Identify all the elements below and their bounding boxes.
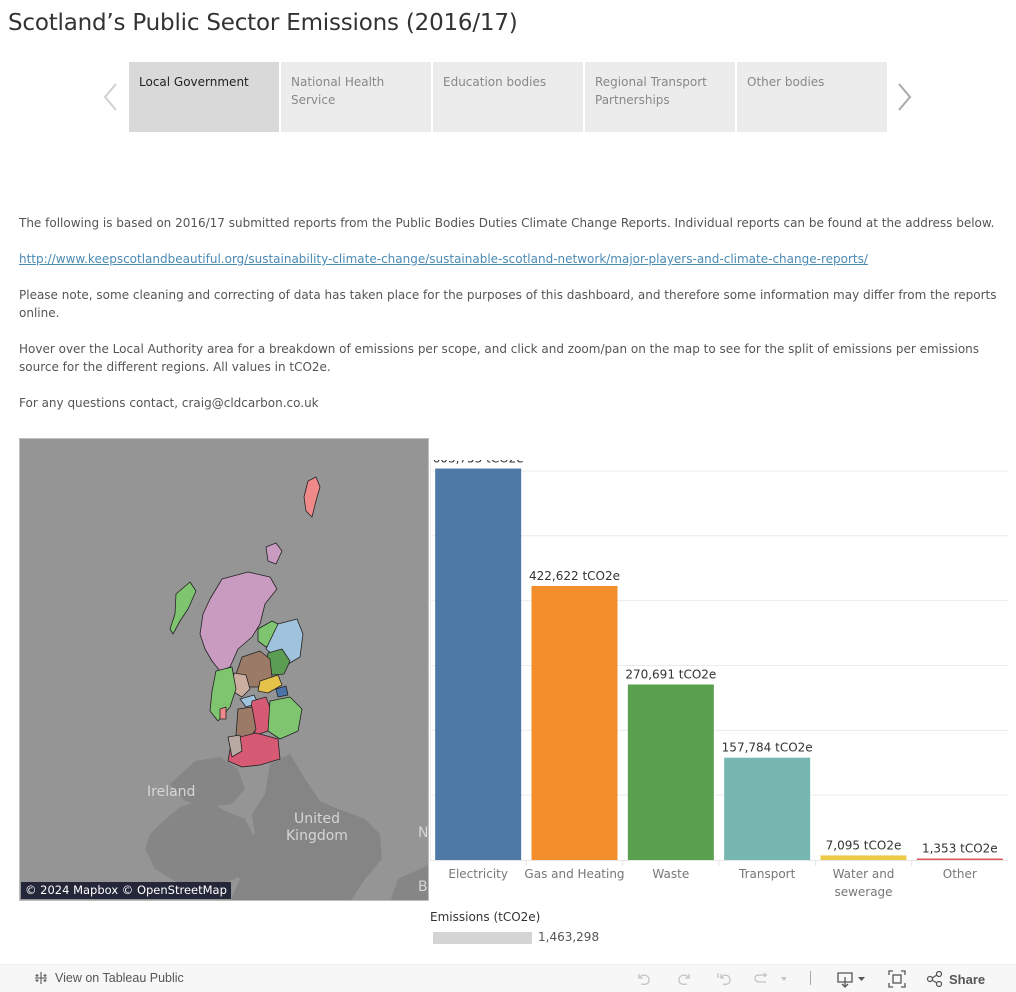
bar-electricity[interactable] [435, 468, 522, 860]
tab-regional-transport-partnerships[interactable]: Regional Transport Partnerships [585, 62, 735, 132]
legend-value: 1,463,298 [538, 930, 600, 944]
tableau-toolbar: View on Tableau Public Share [0, 964, 1016, 992]
toolbar-separator [810, 971, 811, 985]
emissions-bar-chart: 603,753 tCO2e Electricity 422,622 tCO2e Gas… [430, 460, 1016, 910]
bar-other[interactable] [916, 858, 1003, 861]
region-western-isles [169, 581, 197, 635]
view-on-tableau-public-label: View on Tableau Public [55, 971, 184, 985]
region-arran [219, 706, 227, 720]
bar-water-and-sewerage[interactable] [820, 855, 907, 860]
page-title: Scotland’s Public Sector Emissions (2016… [8, 10, 518, 36]
map-label-united-kingdom: United Kingdom [286, 811, 348, 845]
map-label-partial-n: N [418, 825, 429, 841]
category-label: Gas and Heating [524, 867, 624, 881]
map-attribution[interactable]: © 2024 Mapbox © OpenStreetMap [21, 882, 231, 899]
bar-waste[interactable] [627, 684, 714, 860]
legend-swatch [433, 932, 532, 944]
hover-instructions-text: Hover over the Local Authority area for … [19, 342, 980, 374]
scotland-regions [169, 476, 321, 768]
contact-text: For any questions contact, craig@cldcarb… [19, 396, 319, 410]
category-label: Electricity [448, 867, 508, 881]
bar-value-label: 422,622 tCO2e [529, 569, 620, 583]
view-on-tableau-public-link[interactable]: View on Tableau Public [33, 970, 184, 986]
bar-value-label: 603,753 tCO2e [433, 460, 524, 466]
chevron-right-icon[interactable] [893, 82, 915, 112]
emissions-map[interactable]: Ireland United Kingdom N B © 2024 Mapbox… [19, 438, 429, 901]
description-text: The following is based on 2016/17 submit… [19, 214, 1004, 430]
legend-title: Emissions (tCO2e) [430, 910, 541, 924]
intro-text: The following is based on 2016/17 submit… [19, 216, 995, 230]
region-shetland [303, 476, 321, 518]
map-label-ireland: Ireland [147, 784, 196, 800]
bar-value-label: 1,353 tCO2e [922, 842, 998, 856]
tab-education-bodies[interactable]: Education bodies [433, 62, 583, 132]
tab-national-health-service[interactable]: National Health Service [281, 62, 431, 132]
download-icon[interactable] [836, 970, 868, 988]
tab-other-bodies[interactable]: Other bodies [737, 62, 887, 132]
category-label: Waste [652, 867, 689, 881]
category-label: Other [943, 867, 977, 881]
category-label: sewerage [834, 885, 892, 899]
map-label-uk-line1: United [293, 811, 340, 827]
share-icon [926, 971, 943, 987]
region-orkney [265, 542, 283, 565]
category-label: Transport [738, 867, 796, 881]
bar-value-label: 157,784 tCO2e [722, 741, 813, 755]
tab-local-government[interactable]: Local Government [129, 62, 279, 132]
share-label: Share [949, 971, 986, 987]
bar-value-label: 7,095 tCO2e [826, 838, 902, 852]
bar-gas-and-heating[interactable] [531, 585, 618, 860]
bar-value-label: 270,691 tCO2e [625, 667, 716, 681]
data-note-text: Please note, some cleaning and correctin… [19, 288, 997, 320]
map-label-uk-line2: Kingdom [286, 828, 348, 844]
undo-icon[interactable] [635, 970, 653, 988]
category-label: Water and [833, 867, 895, 881]
tab-navigation: Local Government National Health Service… [100, 62, 920, 132]
redo-icon[interactable] [675, 970, 693, 988]
chevron-left-icon[interactable] [100, 82, 122, 112]
reports-link[interactable]: http://www.keepscotlandbeautiful.org/sus… [19, 252, 868, 266]
map-label-partial-b: B [418, 879, 428, 895]
revert-icon[interactable] [715, 970, 733, 988]
refresh-icon[interactable] [752, 970, 786, 988]
bar-transport[interactable] [724, 757, 811, 860]
region-borders [267, 696, 303, 740]
share-button[interactable]: Share [926, 970, 985, 988]
bar-chart-svg: 603,753 tCO2e Electricity 422,622 tCO2e Gas… [430, 460, 1008, 899]
map-canvas[interactable] [20, 439, 429, 901]
tableau-logo-icon [35, 972, 47, 984]
fullscreen-icon[interactable] [888, 970, 906, 988]
